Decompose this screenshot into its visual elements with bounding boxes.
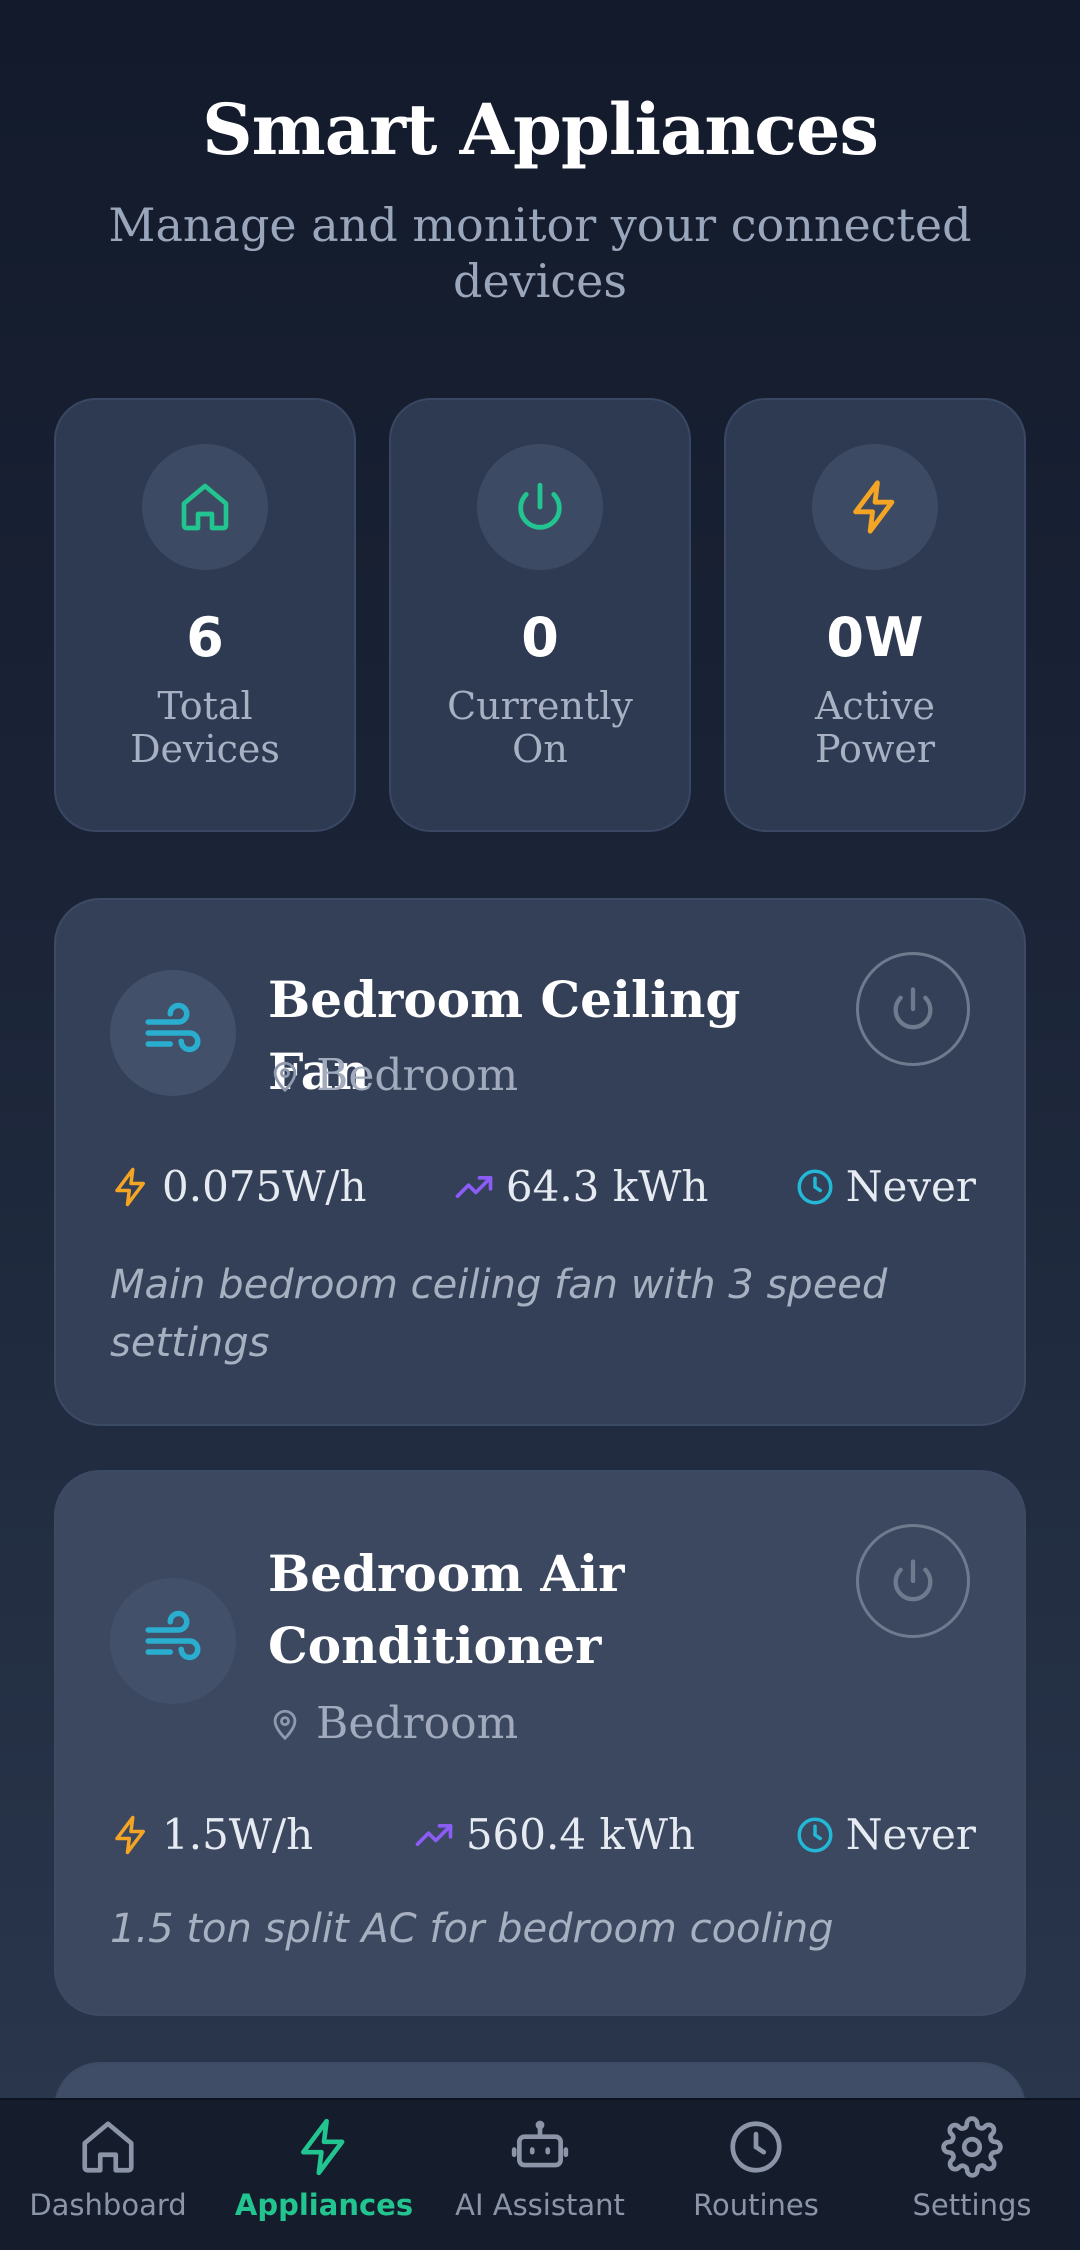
power-icon xyxy=(893,1559,933,1602)
energy-usage-value: 560.4 kWh xyxy=(465,1810,696,1859)
stat-card-currently-on: 0 Currently On xyxy=(389,398,691,832)
nav-label: Dashboard xyxy=(29,2188,187,2222)
last-used: Never xyxy=(794,1162,976,1211)
power-toggle-button[interactable] xyxy=(856,952,970,1066)
energy-usage: 64.3 kWh xyxy=(452,1162,709,1211)
power-toggle-button[interactable] xyxy=(856,1524,970,1638)
nav-label: Appliances xyxy=(234,2188,414,2222)
lightning-icon xyxy=(301,2118,345,2176)
stats-row: 6 Total Devices 0 Currently On 0W Active… xyxy=(54,398,1026,832)
clock-icon xyxy=(730,2121,782,2173)
page-title: Smart Appliances xyxy=(202,88,879,171)
device-card[interactable]: Bedroom Air Conditioner Bedroom 1.5W/h 5… xyxy=(54,1470,1026,2016)
lightning-icon xyxy=(812,444,938,570)
device-description: 1.5 ton split AC for bedroom cooling xyxy=(110,1906,834,1952)
device-location: Bedroom xyxy=(268,1050,518,1101)
nav-label: Settings xyxy=(912,2188,1032,2222)
home-icon xyxy=(82,2121,134,2173)
stat-value: 0W xyxy=(826,606,924,669)
device-name: Bedroom Air Conditioner xyxy=(268,1544,625,1675)
location-pin-icon xyxy=(273,1061,297,1092)
power-usage-value: 0.075W/h xyxy=(162,1162,367,1211)
last-used-value: Never xyxy=(845,1810,976,1859)
nav-item-ai-assistant[interactable]: AI Assistant xyxy=(432,2100,648,2250)
stat-card-total-devices: 6 Total Devices xyxy=(54,398,356,832)
wind-icon xyxy=(110,1578,236,1704)
last-used: Never xyxy=(794,1810,976,1859)
location-pin-icon xyxy=(273,1709,297,1740)
stat-card-active-power: 0W Active Power xyxy=(724,398,1026,832)
nav-item-dashboard[interactable]: Dashboard xyxy=(0,2100,216,2250)
home-icon xyxy=(142,444,268,570)
stat-label: Currently On xyxy=(447,684,633,771)
device-description: Main bedroom ceiling fan with 3 speed se… xyxy=(110,1262,888,1366)
device-location-text: Bedroom xyxy=(316,1050,519,1101)
bottom-nav: Dashboard Appliances AI Assistant Routin… xyxy=(0,2098,1080,2250)
power-usage-value: 1.5W/h xyxy=(162,1810,314,1859)
page-header: Smart Appliances Manage and monitor your… xyxy=(0,88,1080,309)
stat-label: Total Devices xyxy=(130,684,280,771)
device-metrics: 1.5W/h 560.4 kWh Never xyxy=(110,1810,976,1859)
power-icon xyxy=(477,444,603,570)
device-location-text: Bedroom xyxy=(316,1698,519,1749)
trending-up-icon xyxy=(455,1175,493,1198)
device-location: Bedroom xyxy=(268,1698,518,1749)
lightning-icon xyxy=(115,1815,145,1854)
energy-usage: 560.4 kWh xyxy=(412,1810,695,1859)
power-icon xyxy=(893,987,933,1030)
clock-icon xyxy=(797,1817,833,1852)
power-usage: 1.5W/h xyxy=(110,1810,313,1859)
nav-item-settings[interactable]: Settings xyxy=(864,2100,1080,2250)
nav-label: Routines xyxy=(693,2188,819,2222)
stat-value: 6 xyxy=(186,606,224,669)
nav-label: AI Assistant xyxy=(455,2188,625,2222)
clock-icon xyxy=(797,1169,833,1204)
last-used-value: Never xyxy=(845,1162,976,1211)
nav-item-appliances[interactable]: Appliances xyxy=(216,2100,432,2250)
wind-icon xyxy=(110,970,236,1096)
gear-icon xyxy=(941,2116,1003,2178)
robot-icon xyxy=(511,2120,569,2168)
device-metrics: 0.075W/h 64.3 kWh Never xyxy=(110,1162,976,1211)
stat-value: 0 xyxy=(521,606,559,669)
trending-up-icon xyxy=(415,1823,453,1846)
lightning-icon xyxy=(115,1167,145,1206)
device-card[interactable]: Bedroom Ceiling Fan Bedroom 0.075W/h 64.… xyxy=(54,898,1026,1426)
power-usage: 0.075W/h xyxy=(110,1162,367,1211)
energy-usage-value: 64.3 kWh xyxy=(505,1162,709,1211)
page-subtitle: Manage and monitor your connected device… xyxy=(108,198,972,308)
stat-label: Active Power xyxy=(814,684,936,771)
nav-item-routines[interactable]: Routines xyxy=(648,2100,864,2250)
